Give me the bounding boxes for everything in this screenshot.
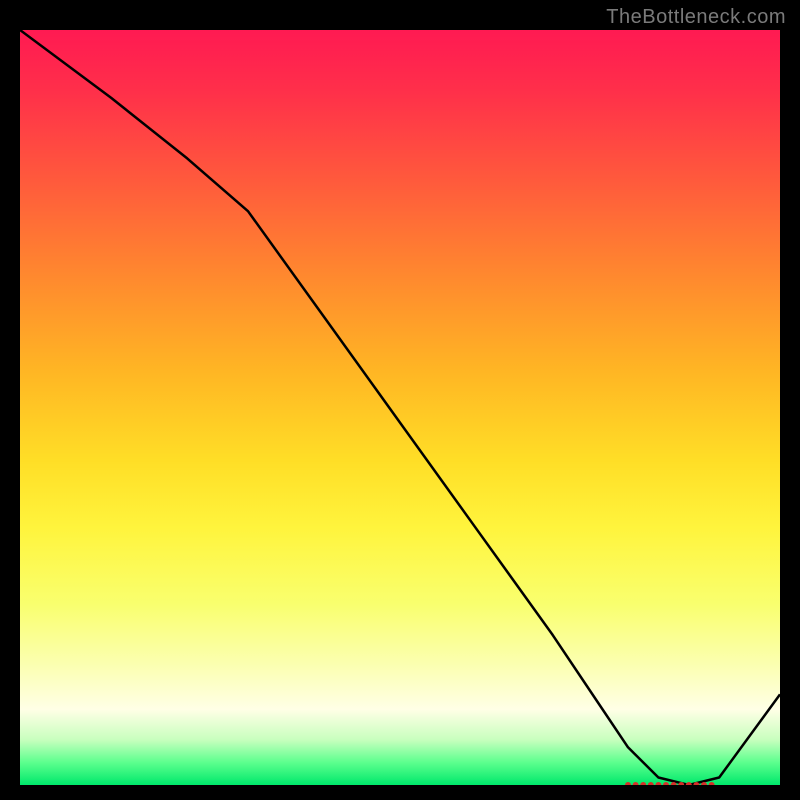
marker-dot xyxy=(633,782,639,785)
marker-dot xyxy=(655,782,661,785)
marker-dot xyxy=(686,782,692,785)
marker-dot xyxy=(625,782,631,785)
marker-dot xyxy=(648,782,654,785)
marker-dot xyxy=(709,782,715,785)
line-layer xyxy=(20,30,780,785)
chart-frame: TheBottleneck.com xyxy=(0,0,800,800)
curve-path xyxy=(20,30,780,785)
marker-dot xyxy=(640,782,646,785)
attribution-text: TheBottleneck.com xyxy=(606,6,786,29)
plot-area xyxy=(20,30,780,785)
marker-dot xyxy=(663,782,669,785)
